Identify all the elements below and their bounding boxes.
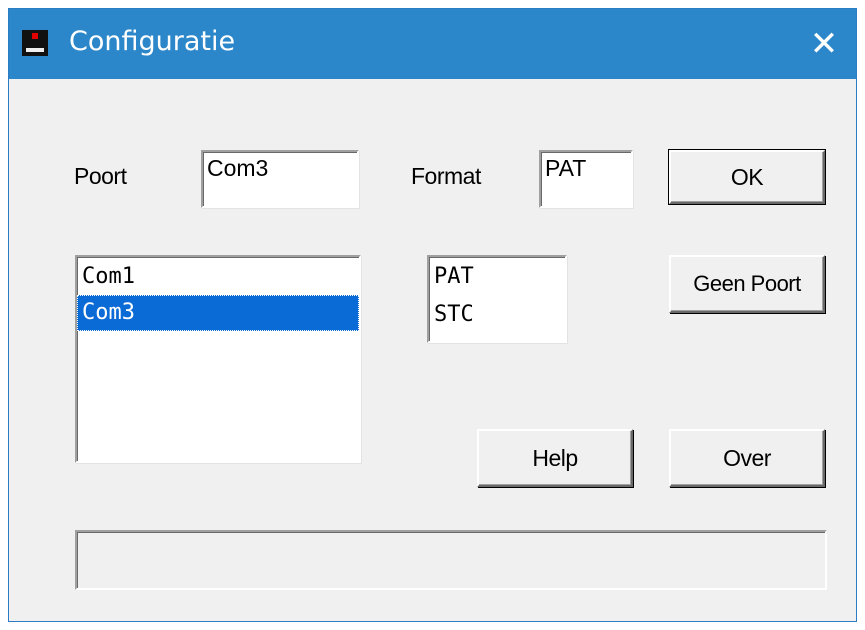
geen-poort-button[interactable]: Geen Poort <box>669 255 825 313</box>
list-item-selected[interactable]: Com3 <box>77 295 359 331</box>
ok-button[interactable]: OK <box>668 149 826 205</box>
list-item[interactable]: Com1 <box>77 259 359 295</box>
format-label: Format <box>411 163 481 189</box>
app-icon-base <box>26 48 44 52</box>
configuratie-dialog: Configuratie ✕ Poort Com3 Format PAT OK … <box>8 8 857 622</box>
list-item[interactable]: PAT <box>429 258 565 296</box>
format-listbox[interactable]: PAT STC <box>427 255 567 343</box>
app-icon-dot <box>32 33 38 39</box>
app-icon <box>22 30 48 56</box>
status-bar <box>75 530 827 590</box>
poort-field[interactable]: Com3 <box>201 150 359 208</box>
close-icon[interactable]: ✕ <box>792 9 856 79</box>
over-button[interactable]: Over <box>669 429 825 487</box>
poort-label: Poort <box>74 163 127 189</box>
list-item[interactable]: STC <box>429 296 565 334</box>
port-listbox[interactable]: Com1 Com3 <box>75 255 361 463</box>
format-field[interactable]: PAT <box>539 150 633 208</box>
help-button[interactable]: Help <box>477 429 633 487</box>
title-bar[interactable]: Configuratie ✕ <box>9 9 856 79</box>
window-title: Configuratie <box>69 26 236 57</box>
